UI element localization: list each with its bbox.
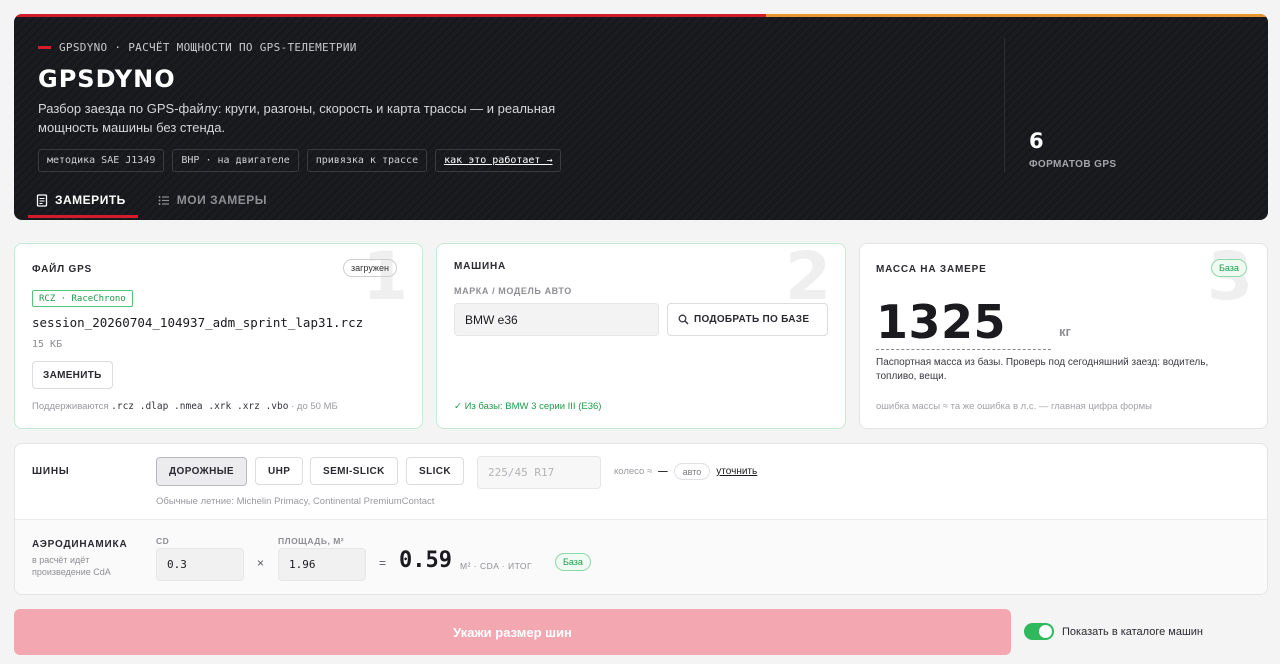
accent-bar-red: [14, 14, 766, 17]
toggle-knob: [1039, 625, 1052, 638]
car-model-input[interactable]: BMW e36: [454, 303, 659, 336]
car-card: 2 МАШИНА МАРКА / МОДЕЛЬ АВТО BMW e36 ПОД…: [436, 243, 846, 429]
supported-size-limit: · до 50 МБ: [291, 401, 338, 412]
submit-button[interactable]: Укажи размер шин: [14, 609, 1011, 655]
catalog-toggle-label: Показать в каталоге машин: [1062, 625, 1204, 638]
chip-track: привязка к трассе: [306, 149, 428, 172]
cda-unit: М² · CDA · ИТОГ: [460, 561, 533, 571]
car-model-sublabel: МАРКА / МОДЕЛЬ АВТО: [454, 286, 572, 296]
step-number: 3: [1207, 243, 1253, 315]
mass-unit: кг: [1059, 324, 1071, 339]
tab-my-measurements-label: МОИ ЗАМЕРЫ: [176, 193, 268, 207]
params-panel: ШИНЫ ДОРОЖНЫЕ UHP SEMI-SLICK SLICK 225/4…: [14, 443, 1268, 595]
gps-format-count: 6: [1029, 129, 1044, 153]
auto-badge: авто: [673, 463, 711, 480]
file-format-tag: RCZ · RaceChrono: [32, 290, 133, 307]
kicker-text: GPSDYNO · РАСЧЁТ МОЩНОСТИ ПО GPS-ТЕЛЕМЕТ…: [59, 41, 357, 54]
step-number: 2: [785, 243, 831, 315]
mass-note: Паспортная масса из базы. Проверь под се…: [876, 357, 1209, 382]
equals-sign: =: [379, 556, 387, 570]
tire-size-input[interactable]: 225/45 R17: [477, 456, 601, 489]
tires-label: ШИНЫ: [32, 466, 70, 477]
method-chips: методика SAE J1349 BHP · на двигателе пр…: [38, 149, 562, 172]
gps-file-card: 1 ФАЙЛ GPS загружен RCZ · RaceChrono ses…: [14, 243, 423, 429]
how-it-works-link[interactable]: как это работает →: [435, 149, 562, 172]
tire-type-uhp[interactable]: UHP: [255, 457, 304, 485]
document-icon: [36, 193, 48, 207]
mass-source-badge: База: [1211, 259, 1247, 277]
accent-bar-orange: [766, 14, 1268, 17]
hero-divider: [1004, 38, 1005, 172]
file-size: 15 КБ: [32, 339, 63, 350]
search-database-button[interactable]: ПОДОБРАТЬ ПО БАЗЕ: [667, 303, 828, 336]
search-icon: [678, 314, 689, 325]
cd-label: CD: [156, 536, 170, 546]
aero-label: АЭРОДИНАМИКА: [32, 539, 128, 550]
page-title: GPSDYNO: [38, 65, 176, 93]
tire-type-road[interactable]: ДОРОЖНЫЕ: [156, 457, 248, 486]
cda-source-badge: База: [555, 553, 591, 571]
gps-file-label: ФАЙЛ GPS: [32, 264, 93, 275]
search-database-label: ПОДОБРАТЬ ПО БАЗЕ: [694, 314, 810, 325]
hero-kicker: GPSDYNO · РАСЧЁТ МОЩНОСТИ ПО GPS-ТЕЛЕМЕТ…: [38, 41, 357, 54]
mass-hint: ошибка массы ≈ та же ошибка в л.с. — гла…: [876, 401, 1152, 412]
cda-value: 0.59: [399, 548, 452, 573]
tire-hint: Обычные летние: Michelin Primacy, Contin…: [156, 496, 435, 507]
upload-status-badge: загружен: [343, 259, 397, 277]
how-it-works-label: как это работает →: [444, 155, 553, 166]
mass-underline: [876, 349, 1051, 350]
catalog-toggle-row: Показать в каталоге машин: [1024, 623, 1203, 640]
area-label: ПЛОЩАДЬ, М²: [278, 536, 345, 546]
car-match-status: ✓ Из базы: BMW 3 серии III (E36): [454, 401, 602, 412]
times-sign: ×: [257, 556, 265, 570]
hero-panel: GPSDYNO · РАСЧЁТ МОЩНОСТИ ПО GPS-ТЕЛЕМЕТ…: [14, 14, 1268, 220]
chip-bhp: BHP · на двигателе: [172, 149, 299, 172]
refine-link[interactable]: уточнить: [716, 466, 757, 477]
replace-file-label: ЗАМЕНИТЬ: [43, 369, 102, 381]
tire-type-semi-slick[interactable]: SEMI-SLICK: [310, 457, 398, 485]
cd-input[interactable]: 0.3: [156, 548, 244, 581]
replace-file-button[interactable]: ЗАМЕНИТЬ: [32, 361, 113, 389]
tab-measure[interactable]: ЗАМЕРИТЬ: [36, 190, 126, 210]
mass-card: 3 МАССА НА ЗАМЕРЕ База 1325 кг Паспортна…: [859, 243, 1268, 429]
hero-description: Разбор заезда по GPS-файлу: круги, разго…: [38, 101, 556, 135]
active-tab-indicator: [28, 215, 138, 218]
wheel-diameter: колесо ≈ — авто уточнить: [614, 463, 757, 480]
file-name: session_20260704_104937_adm_sprint_lap31…: [32, 315, 364, 330]
gps-format-label: ФОРМАТОВ GPS: [1029, 159, 1117, 170]
wheel-label: колесо ≈: [614, 466, 653, 477]
kicker-dash-icon: [38, 46, 51, 49]
tire-type-slick[interactable]: SLICK: [406, 457, 464, 485]
supported-formats: Поддерживаются .rcz .dlap .nmea .xrk .xr…: [32, 401, 338, 412]
supported-prefix: Поддерживаются: [32, 401, 109, 412]
main-tabs: ЗАМЕРИТЬ МОИ ЗАМЕРЫ: [36, 190, 267, 210]
step-number: 1: [362, 243, 408, 315]
wheel-value: —: [658, 466, 668, 477]
list-icon: [158, 195, 169, 205]
car-label: МАШИНА: [454, 261, 507, 272]
mass-value[interactable]: 1325: [876, 295, 1006, 349]
chip-method: методика SAE J1349: [38, 149, 165, 172]
row-divider: [15, 519, 1267, 520]
catalog-toggle[interactable]: [1024, 623, 1054, 640]
mass-label: МАССА НА ЗАМЕРЕ: [876, 264, 987, 275]
tab-my-measurements[interactable]: МОИ ЗАМЕРЫ: [158, 190, 267, 210]
supported-formats-list: .rcz .dlap .nmea .xrk .xrz .vbo: [111, 401, 289, 412]
area-input[interactable]: 1.96: [278, 548, 366, 581]
tab-measure-label: ЗАМЕРИТЬ: [55, 193, 126, 207]
aero-sub: в расчёт идёт произведение CdA: [32, 555, 111, 577]
